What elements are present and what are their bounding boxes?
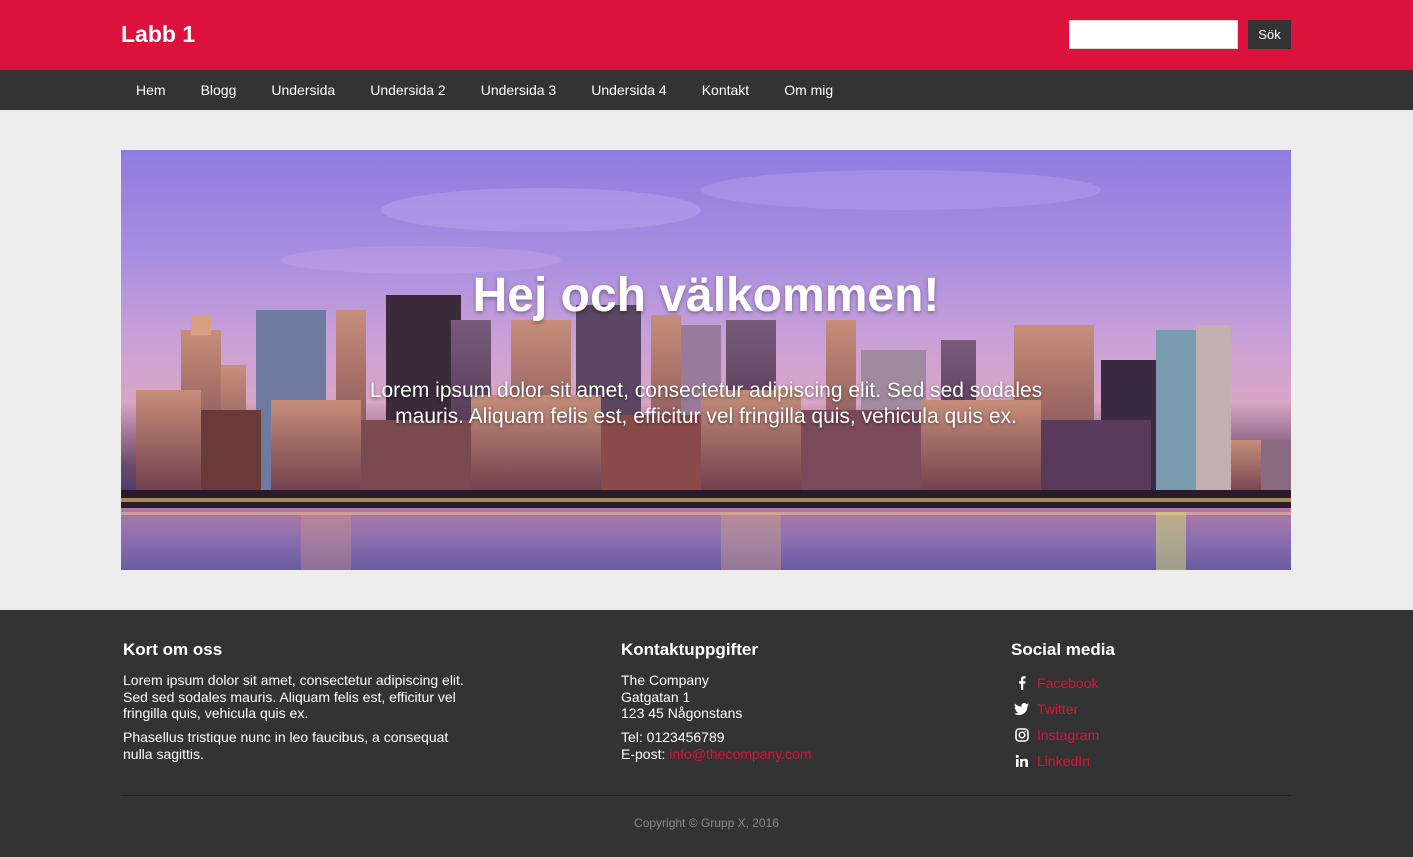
contact-company: The Company bbox=[621, 672, 709, 688]
nav-item-undersida-3: Undersida 3 bbox=[466, 70, 577, 110]
contact-street: Gatgatan 1 bbox=[621, 688, 691, 705]
contact-phone: Tel: 0123456789 bbox=[621, 729, 725, 745]
social-title: Social media bbox=[1011, 640, 1115, 659]
nav-link-undersida-3[interactable]: Undersida 3 bbox=[466, 70, 577, 110]
nav-item-undersida-4: Undersida 4 bbox=[576, 70, 687, 110]
social-item-instagram: Instagram bbox=[1013, 722, 1099, 748]
about-title: Kort om oss bbox=[123, 640, 223, 659]
social-item-twitter: Twitter bbox=[1013, 696, 1099, 722]
nav-item-blogg: Blogg bbox=[186, 70, 257, 110]
search-button[interactable]: Sök bbox=[1248, 20, 1291, 49]
city-skyline-image bbox=[121, 170, 1291, 570]
facebook-icon bbox=[1013, 675, 1030, 692]
contact-email-label: E-post: bbox=[621, 745, 666, 762]
about-paragraph-1: Lorem ipsum dolor sit amet, consectetur … bbox=[123, 672, 464, 721]
twitter-icon bbox=[1013, 701, 1030, 718]
nav-link-om-mig[interactable]: Om mig bbox=[769, 70, 853, 110]
nav-item-om-mig: Om mig bbox=[769, 70, 853, 110]
social-link-instagram[interactable]: Instagram bbox=[1037, 727, 1099, 743]
site-logo[interactable]: Labb 1 bbox=[121, 21, 195, 48]
contact-city: 123 45 Någonstans bbox=[621, 705, 743, 721]
nav-item-undersida-2: Undersida 2 bbox=[355, 70, 466, 110]
social-link-twitter[interactable]: Twitter bbox=[1037, 701, 1078, 717]
nav-link-hem[interactable]: Hem bbox=[121, 70, 186, 110]
header-bar: Labb 1 Sök bbox=[0, 0, 1413, 70]
main-nav: Hem Blogg Undersida Undersida 2 Undersid… bbox=[0, 70, 1413, 110]
instagram-icon bbox=[1013, 727, 1030, 744]
nav-link-blogg[interactable]: Blogg bbox=[186, 70, 257, 110]
contact-details: Tel: 0123456789 E-post: info@thecompany.… bbox=[621, 729, 921, 762]
social-link-linkedin[interactable]: LinkedIn bbox=[1037, 753, 1090, 769]
footer: Kort om oss Lorem ipsum dolor sit amet, … bbox=[0, 610, 1413, 857]
social-item-linkedin: LinkedIn bbox=[1013, 748, 1099, 774]
nav-link-kontakt[interactable]: Kontakt bbox=[687, 70, 769, 110]
nav-item-hem: Hem bbox=[121, 70, 186, 110]
search-input[interactable] bbox=[1069, 20, 1238, 49]
nav-item-undersida: Undersida bbox=[256, 70, 355, 110]
footer-divider bbox=[121, 795, 1291, 796]
hero-banner: Hej och välkommen! Lorem ipsum dolor sit… bbox=[121, 150, 1291, 570]
copyright-text: Copyright © Grupp X, 2016 bbox=[634, 816, 779, 830]
linkedin-icon bbox=[1013, 753, 1030, 770]
contact-email-link[interactable]: info@thecompany.com bbox=[669, 746, 811, 762]
nav-link-undersida[interactable]: Undersida bbox=[256, 70, 355, 110]
nav-link-undersida-4[interactable]: Undersida 4 bbox=[576, 70, 687, 110]
hero-text: Lorem ipsum dolor sit amet, consectetur … bbox=[369, 379, 1043, 428]
nav-item-kontakt: Kontakt bbox=[687, 70, 769, 110]
contact-email-row: E-post: info@thecompany.com bbox=[621, 746, 921, 763]
contact-address: The Company Gatgatan 1 123 45 Någonstans bbox=[621, 672, 921, 722]
hero-title: Hej och välkommen! bbox=[472, 269, 940, 322]
social-list: Facebook Twitter Instagram LinkedIn bbox=[1013, 670, 1099, 774]
nav-link-undersida-2[interactable]: Undersida 2 bbox=[355, 70, 466, 110]
about-paragraph-2: Phasellus tristique nunc in leo faucibus… bbox=[123, 729, 449, 762]
social-link-facebook[interactable]: Facebook bbox=[1037, 675, 1098, 691]
nav-list: Hem Blogg Undersida Undersida 2 Undersid… bbox=[121, 70, 853, 110]
social-item-facebook: Facebook bbox=[1013, 670, 1099, 696]
contact-title: Kontaktuppgifter bbox=[621, 640, 758, 659]
